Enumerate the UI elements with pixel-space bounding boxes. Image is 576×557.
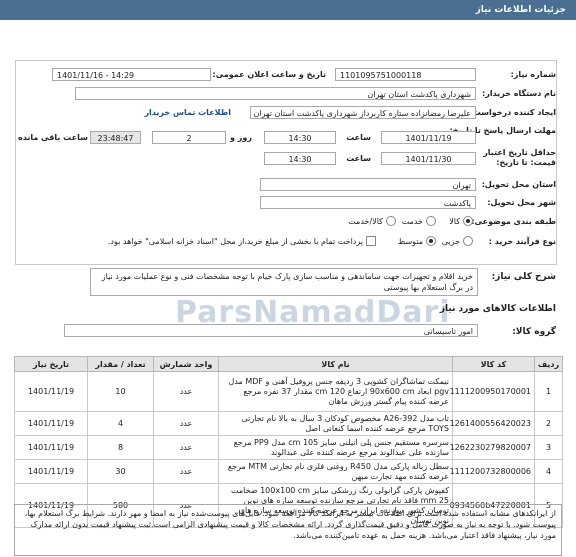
goods-group-field: امور تاسیساتی (64, 324, 478, 337)
category-option-service[interactable]: خدمت (402, 216, 436, 226)
table-row: 4 1111200732800006 سطل زباله پارکی مدل R… (14, 459, 563, 484)
cell-row: 4 (534, 459, 563, 484)
cell-qty: 30 (87, 459, 154, 484)
announce-date-label: تاریخ و ساعت اعلان عمومی: (212, 70, 327, 79)
radio-selected-icon (426, 236, 436, 246)
cell-qty: 10 (87, 371, 154, 412)
days-label: روز و (230, 133, 252, 142)
col-header-name: نام کالا (218, 356, 453, 372)
cell-code: 1111200950170001 (450, 371, 535, 412)
cell-unit: عدد (153, 459, 219, 484)
deadline-time-label: ساعت (346, 133, 371, 142)
radio-selected-icon (463, 216, 473, 226)
cell-row: 2 (534, 411, 563, 436)
table-row: 2 1261400556420023 تاب مدل A26-392 مخصوص… (14, 411, 563, 436)
validity-label-2: قیمت: تا تاریخ: (496, 158, 556, 167)
goods-section-title: اطلاعات کالاهای مورد نیاز (439, 304, 556, 314)
col-header-qty: تعداد / مقدار (87, 356, 154, 372)
goods-table: ردیف کد کالا نام کالا واحد شمارش تعداد /… (14, 356, 563, 528)
goods-group-label: گروه کالا: (512, 327, 556, 337)
buyer-contact-link[interactable]: اطلاعات تماس خریدار (144, 108, 231, 117)
cell-qty: 4 (87, 411, 154, 436)
col-header-code: کد کالا (452, 356, 535, 372)
cell-unit: عدد (153, 411, 219, 436)
deadline-time-field: 14:30 (264, 131, 336, 144)
need-summary-label: شرح کلی نیاز: (491, 272, 556, 282)
table-row: 3 1262230279820007 سرسره مستقیم جنس پلی … (14, 435, 563, 460)
cell-name: تاب مدل A26-392 مخصوص کودکان 3 سال به با… (218, 411, 453, 436)
cell-name: سرسره مستقیم جنس پلی اتیلنی سایز 105 cm … (218, 435, 453, 460)
cell-date: 1401/11/19 (14, 411, 88, 436)
radio-icon (426, 216, 436, 226)
purchase-option-medium[interactable]: متوسط (398, 236, 436, 246)
buyer-notes: از ایرانکدهای مشابه استفاده شده است.برای… (14, 504, 562, 556)
radio-icon (463, 236, 473, 246)
col-header-unit: واحد شمارش (153, 356, 219, 372)
cell-date: 1401/11/19 (14, 459, 88, 484)
validity-time-label: ساعت (346, 154, 371, 163)
buyer-label: نام دستگاه خریدار: (482, 89, 556, 98)
creator-field: علیرضا رمضانزاده ستاره کاربرداز شهرداری … (250, 106, 476, 119)
table-header-row: ردیف کد کالا نام کالا واحد شمارش تعداد /… (14, 356, 563, 372)
days-remaining-field: 2 (152, 131, 226, 144)
radio-icon (386, 216, 396, 226)
validity-label: حداقل تاریخ اعتبار (483, 148, 556, 157)
cell-code: 1262230279820007 (450, 435, 535, 460)
cell-row: 3 (534, 435, 563, 460)
validity-time-field: 14:30 (264, 152, 336, 165)
cell-unit: عدد (153, 371, 219, 412)
col-header-date: تاریخ نیاز (14, 356, 88, 372)
cell-name: سطل زباله پارکی مدل R450 روغنی فلزی نام … (218, 459, 453, 484)
category-option-goods[interactable]: کالا (449, 216, 473, 226)
validity-date-field: 1401/11/30 (381, 152, 476, 165)
city-label: شهر محل تحویل: (487, 198, 556, 207)
countdown-timer: 23:48:47 (90, 131, 141, 144)
col-header-row: ردیف (534, 356, 563, 372)
need-number-label: شماره نیاز: (510, 70, 556, 79)
creator-label: ایجاد کننده درخواست: (469, 108, 557, 117)
deadline-date-field: 1401/11/19 (381, 131, 476, 144)
purchase-type-label: نوع فرآیند خرید : (488, 237, 556, 246)
cell-name: نیمکت تماشاگران کشویی 3 ردیفه جنس پروفیل… (218, 371, 453, 412)
table-row: 1 1111200950170001 نیمکت تماشاگران کشویی… (14, 371, 563, 412)
cell-code: 1261400556420023 (450, 411, 535, 436)
announce-date-field: 1401/11/16 - 14:29 (52, 68, 211, 81)
remaining-time-label: ساعت باقی مانده (17, 133, 88, 142)
cell-row: 1 (534, 371, 563, 412)
page-header: جزئیات اطلاعات نیاز (0, 0, 576, 20)
province-label: استان محل تحویل: (481, 180, 556, 189)
checkbox-icon (366, 236, 376, 246)
cell-date: 1401/11/19 (14, 371, 88, 412)
category-label: طبقه بندی موضوعی: (471, 217, 556, 226)
need-summary-text: خرید اقلام و تجهیزات جهت ساماندهی و مناس… (90, 268, 478, 296)
cell-date: 1401/11/19 (14, 435, 88, 460)
buyer-field: شهرداری پاکدشت استان تهران (75, 87, 476, 100)
province-field: تهران (260, 178, 476, 191)
need-number-field: 1101095751000118 (335, 68, 476, 81)
treasury-payment-checkbox[interactable]: پرداخت تمام یا بخشی از مبلغ خرید،از محل … (108, 236, 376, 246)
cell-unit: عدد (153, 435, 219, 460)
city-field: پاکدشت (260, 196, 476, 209)
cell-code: 1111200732800006 (450, 459, 535, 484)
cell-qty: 8 (87, 435, 154, 460)
page-title: جزئیات اطلاعات نیاز (475, 5, 566, 15)
purchase-option-minor[interactable]: جزیی (442, 236, 473, 246)
category-option-both[interactable]: کالا/خدمت (348, 216, 396, 226)
